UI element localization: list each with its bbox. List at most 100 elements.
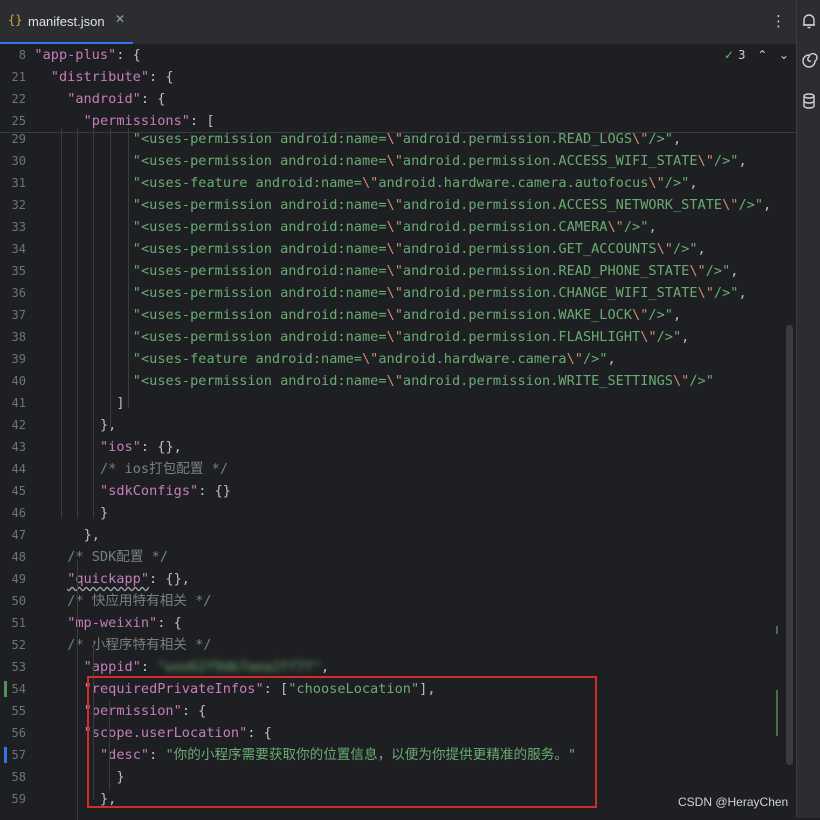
code-text[interactable]: "android": { [67,88,165,110]
line-number: 50 [11,594,26,608]
code-line[interactable]: 50 /* 快应用特有相关 */ [0,590,796,612]
code-text[interactable]: "<uses-feature android:name=\"android.ha… [133,172,698,194]
indent-guide [128,128,129,408]
code-text[interactable]: }, [84,524,100,546]
line-number: 40 [11,374,26,388]
line-number: 43 [11,440,26,454]
line-number: 37 [11,308,26,322]
code-line[interactable]: 42}, [0,414,796,436]
code-text[interactable]: "distribute": { [51,66,174,88]
line-number: 39 [11,352,26,366]
line-number: 51 [11,616,26,630]
code-line[interactable]: 37 "<uses-permission android:name=\"andro… [0,304,796,326]
code-text[interactable]: "<uses-permission android:name=\"android… [133,150,747,172]
code-line[interactable]: 49 "quickapp": {}, [0,568,796,590]
tab-label: manifest.json [28,14,105,29]
code-text[interactable]: "mp-weixin": { [67,612,182,634]
code-text[interactable]: "<uses-permission android:name=\"android… [133,304,681,326]
indent-guide [77,560,78,820]
more-options-icon[interactable]: ⋮ [771,12,786,30]
line-number: 29 [11,132,26,146]
code-line[interactable]: 39 "<uses-feature android:name=\"android.… [0,348,796,370]
code-line[interactable]: 47}, [0,524,796,546]
code-text[interactable]: "<uses-permission android:name=\"android… [133,238,706,260]
code-line[interactable]: 41] [0,392,796,414]
code-line[interactable]: 36 "<uses-permission android:name=\"andro… [0,282,796,304]
code-text[interactable]: }, [100,414,116,436]
line-number: 22 [11,92,26,106]
code-line[interactable]: 40 "<uses-permission android:name=\"andro… [0,370,796,392]
code-line[interactable]: 52 /* 小程序特有相关 */ [0,634,796,656]
code-line[interactable]: 31 "<uses-feature android:name=\"android.… [0,172,796,194]
code-text[interactable]: /* SDK配置 */ [67,546,168,568]
code-line[interactable]: 33 "<uses-permission android:name=\"andro… [0,216,796,238]
code-text[interactable]: "<uses-permission android:name=\"android… [133,194,771,216]
line-number: 31 [11,176,26,190]
vcs-change-marker[interactable] [4,681,7,697]
line-number: 30 [11,154,26,168]
indent-guide [93,128,94,518]
code-text[interactable]: "appid": "wxe62f9db7aea2ff7f", [84,656,330,678]
indent-guide [110,128,111,428]
code-text[interactable]: "<uses-permission android:name=\"android… [133,128,681,150]
line-number: 52 [11,638,26,652]
code-line[interactable]: 43 "ios": {}, [0,436,796,458]
database-icon[interactable] [800,92,818,110]
line-number: 41 [11,396,26,410]
line-number: 53 [11,660,26,674]
ai-assistant-icon[interactable] [800,52,818,70]
code-text[interactable]: ] [116,392,124,414]
code-text[interactable]: } [100,502,108,524]
error-stripe-mark [776,626,778,634]
line-number: 38 [11,330,26,344]
highlight-box [87,676,597,808]
line-number: 45 [11,484,26,498]
code-line[interactable]: 38 "<uses-permission android:name=\"andro… [0,326,796,348]
code-text[interactable]: "app-plus": { [34,44,140,66]
code-text[interactable]: "<uses-permission android:name=\"android… [133,370,714,392]
code-line[interactable]: 45 "sdkConfigs": {} [0,480,796,502]
code-line[interactable]: 48 /* SDK配置 */ [0,546,796,568]
code-text[interactable]: "<uses-permission android:name=\"android… [133,326,690,348]
line-number: 44 [11,462,26,476]
line-number: 47 [11,528,26,542]
code-text[interactable]: "<uses-feature android:name=\"android.ha… [133,348,616,370]
ide-window: {} manifest.json ✕ ⋮ ✓ 3 ⌃ ⌄ 8 "app-plus"… [0,0,820,820]
line-number: 36 [11,286,26,300]
code-line[interactable]: 32 "<uses-permission android:name=\"andro… [0,194,796,216]
line-number: 42 [11,418,26,432]
code-text[interactable]: /* 快应用特有相关 */ [67,590,211,612]
sticky-line[interactable]: 21 "distribute": { [0,66,796,88]
line-number: 55 [11,704,26,718]
code-line[interactable]: 35 "<uses-permission android:name=\"andro… [0,260,796,282]
vcs-change-marker[interactable] [4,747,7,763]
close-icon[interactable]: ✕ [115,12,125,26]
line-number: 56 [11,726,26,740]
line-number: 33 [11,220,26,234]
code-text[interactable]: "<uses-permission android:name=\"android… [133,282,747,304]
line-number: 58 [11,770,26,784]
code-line[interactable]: 34 "<uses-permission android:name=\"andro… [0,238,796,260]
sticky-line[interactable]: 22 "android": { [0,88,796,110]
code-text[interactable]: /* ios打包配置 */ [100,458,228,480]
code-line[interactable]: 29 "<uses-permission android:name=\"andro… [0,128,796,150]
code-line[interactable]: 53 "appid": "wxe62f9db7aea2ff7f", [0,656,796,678]
change-stripe-mark [776,690,778,736]
line-number: 49 [11,572,26,586]
code-text[interactable]: "quickapp": {}, [67,568,190,590]
code-text[interactable]: "ios": {}, [100,436,182,458]
code-line[interactable]: 44 /* ios打包配置 */ [0,458,796,480]
sticky-line[interactable]: 8 "app-plus": { [0,44,796,66]
code-line[interactable]: 46} [0,502,796,524]
code-text[interactable]: "<uses-permission android:name=\"android… [133,260,739,282]
notifications-icon[interactable] [800,12,818,30]
code-line[interactable]: 30 "<uses-permission android:name=\"andro… [0,150,796,172]
code-line[interactable]: 51 "mp-weixin": { [0,612,796,634]
code-text[interactable]: /* 小程序特有相关 */ [67,634,211,656]
code-text[interactable]: "<uses-permission android:name=\"android… [133,216,657,238]
vertical-scrollbar[interactable] [786,325,793,765]
line-number: 48 [11,550,26,564]
tab-manifest-json[interactable]: {} manifest.json ✕ [0,0,133,44]
code-text[interactable]: "sdkConfigs": {} [100,480,231,502]
watermark: CSDN @HerayChen [678,795,789,809]
